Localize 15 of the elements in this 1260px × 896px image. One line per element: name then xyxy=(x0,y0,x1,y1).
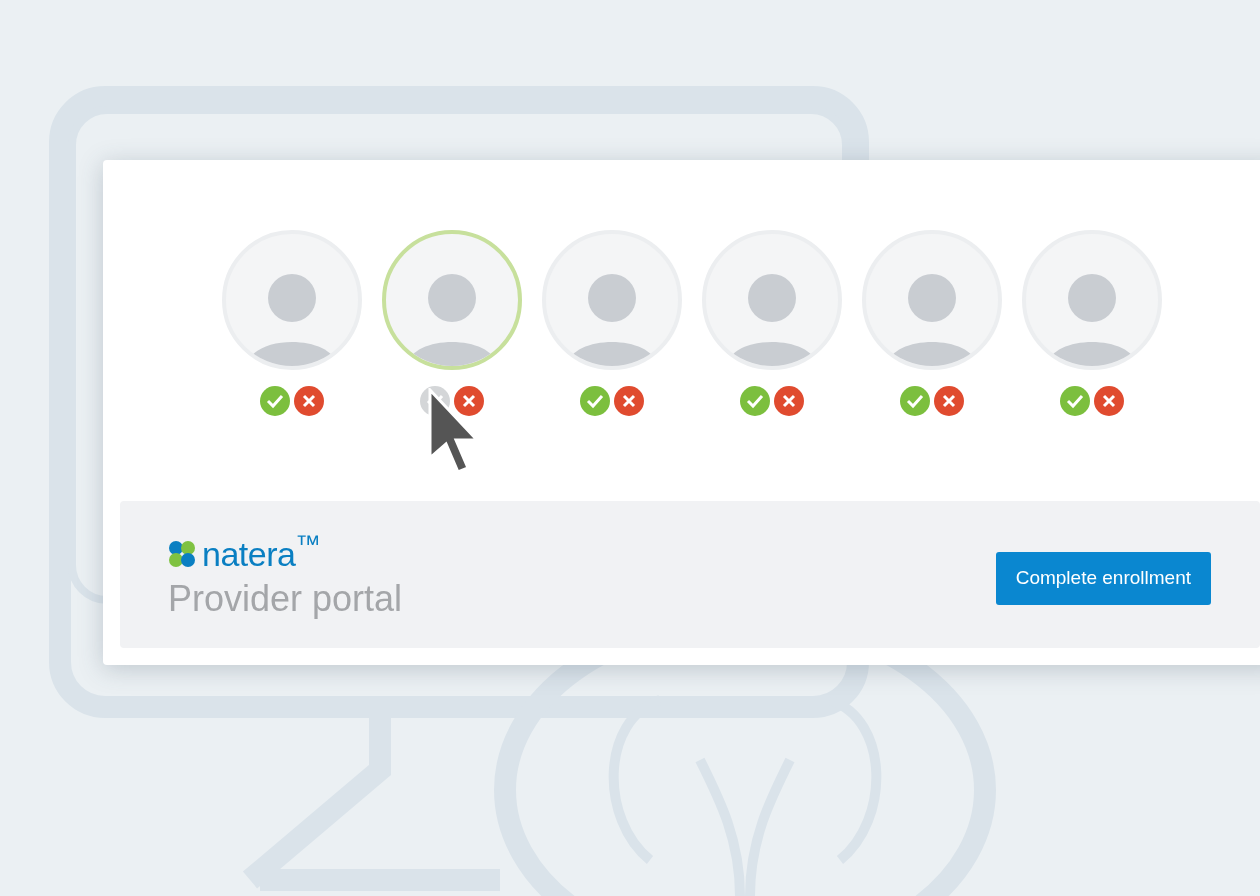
close-icon[interactable] xyxy=(1094,386,1124,416)
portal-title: Provider portal xyxy=(168,577,403,621)
check-icon[interactable] xyxy=(580,386,610,416)
close-icon[interactable] xyxy=(774,386,804,416)
close-icon[interactable] xyxy=(294,386,324,416)
logo-text: natera$^{™}$ xyxy=(202,537,321,571)
logo-icon xyxy=(168,540,196,568)
check-icon[interactable] xyxy=(1060,386,1090,416)
close-icon[interactable] xyxy=(614,386,644,416)
close-icon[interactable] xyxy=(934,386,964,416)
check-icon[interactable] xyxy=(260,386,290,416)
close-icon[interactable] xyxy=(454,386,484,416)
check-icon[interactable] xyxy=(900,386,930,416)
complete-enrollment-button[interactable]: Complete enrollment xyxy=(995,552,1211,605)
check-icon[interactable] xyxy=(740,386,770,416)
